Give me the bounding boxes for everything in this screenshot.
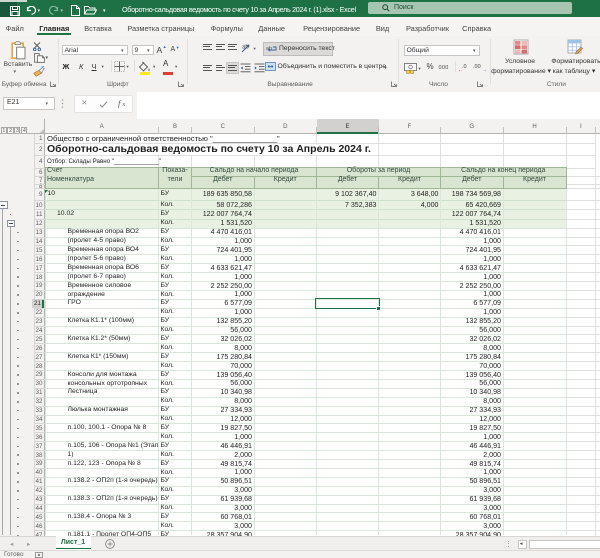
svg-text:.00: .00	[473, 64, 481, 70]
svg-text:ab: ab	[266, 46, 272, 52]
svg-text:→: →	[482, 67, 487, 72]
svg-text:ab: ab	[242, 45, 249, 51]
svg-text:.0: .0	[462, 64, 467, 70]
